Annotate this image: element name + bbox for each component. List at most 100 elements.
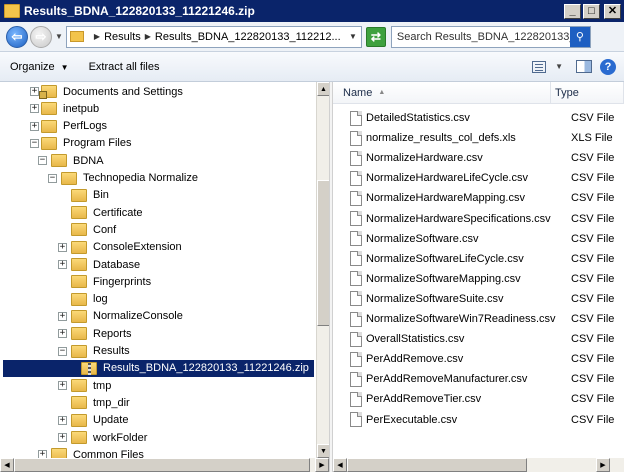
- tree-item-label: Reports: [93, 327, 132, 340]
- file-row[interactable]: PerAddRemoveManufacturer.csv CSV File: [333, 369, 624, 389]
- file-name: NormalizeHardwareLifeCycle.csv: [366, 172, 528, 185]
- folder-icon: [71, 431, 87, 444]
- tree-vertical-scrollbar[interactable]: ▲ ▼: [316, 82, 330, 458]
- tree-item-label: BDNA: [73, 154, 104, 167]
- document-icon: [350, 412, 362, 427]
- tree-item[interactable]: + NormalizeConsole: [0, 308, 314, 325]
- scrollbar-thumb[interactable]: [347, 458, 527, 472]
- tree-item[interactable]: + ConsoleExtension: [0, 239, 314, 256]
- file-row[interactable]: NormalizeSoftware.csv CSV File: [333, 229, 624, 249]
- file-name: NormalizeSoftwareLifeCycle.csv: [366, 252, 524, 265]
- file-row[interactable]: NormalizeHardwareLifeCycle.csv CSV File: [333, 168, 624, 188]
- expand-icon[interactable]: +: [58, 329, 67, 339]
- chevron-right-icon[interactable]: ▶: [94, 32, 100, 41]
- chevron-right-icon[interactable]: ▶: [145, 32, 151, 41]
- expand-icon[interactable]: +: [58, 415, 67, 425]
- filelist-horizontal-scrollbar[interactable]: ◀ ▶: [333, 458, 624, 472]
- expand-icon[interactable]: +: [38, 450, 47, 458]
- scroll-left-button[interactable]: ◀: [0, 458, 14, 472]
- scroll-right-button[interactable]: ▶: [596, 458, 610, 472]
- tree-item[interactable]: Certificate: [0, 204, 314, 221]
- tree-item[interactable]: − Program Files: [0, 135, 314, 152]
- breadcrumb-results[interactable]: Results: [104, 31, 141, 43]
- tree-item[interactable]: Fingerprints: [0, 273, 314, 290]
- scrollbar-thumb[interactable]: [14, 458, 310, 472]
- expand-icon[interactable]: +: [58, 311, 67, 321]
- column-header-name[interactable]: Name ▲: [333, 82, 551, 104]
- address-dropdown-button[interactable]: ▼: [345, 32, 361, 41]
- file-row[interactable]: OverallStatistics.csv CSV File: [333, 329, 624, 349]
- tree-item[interactable]: Bin: [0, 187, 314, 204]
- file-type: CSV File: [571, 152, 615, 165]
- file-row[interactable]: NormalizeSoftwareMapping.csv CSV File: [333, 269, 624, 289]
- expand-icon[interactable]: +: [58, 381, 67, 391]
- file-row[interactable]: NormalizeSoftwareSuite.csv CSV File: [333, 289, 624, 309]
- back-button[interactable]: ⇦: [6, 25, 28, 48]
- view-details-icon[interactable]: [532, 60, 547, 73]
- tree-item[interactable]: + Update: [0, 412, 314, 429]
- help-icon[interactable]: ?: [600, 58, 616, 75]
- tree-item[interactable]: log: [0, 291, 314, 308]
- recent-pages-dropdown[interactable]: ▼: [55, 32, 63, 41]
- expand-icon[interactable]: +: [30, 87, 39, 96]
- scroll-right-button[interactable]: ▶: [315, 458, 329, 472]
- view-options-dropdown[interactable]: ▼: [555, 62, 563, 71]
- tree-item[interactable]: − BDNA: [0, 152, 314, 169]
- tree-horizontal-scrollbar[interactable]: ◀ ▶: [0, 458, 329, 472]
- file-row[interactable]: DetailedStatistics.csv CSV File: [333, 108, 624, 128]
- folder-icon: [71, 206, 87, 220]
- file-row[interactable]: PerExecutable.csv CSV File: [333, 410, 624, 430]
- tree-item[interactable]: Results_BDNA_122820133_11221246.zip: [3, 359, 314, 377]
- file-row[interactable]: NormalizeHardware.csv CSV File: [333, 148, 624, 168]
- tree-item[interactable]: + Reports: [0, 325, 314, 342]
- tree-item[interactable]: + Common Files: [0, 446, 314, 458]
- expand-icon[interactable]: +: [30, 104, 39, 114]
- expand-icon[interactable]: +: [58, 242, 67, 252]
- file-name: PerAddRemoveTier.csv: [366, 393, 482, 406]
- maximize-button[interactable]: □: [583, 3, 600, 19]
- collapse-icon[interactable]: −: [38, 156, 47, 166]
- collapse-icon[interactable]: −: [48, 173, 57, 183]
- breadcrumb-zip[interactable]: Results_BDNA_122820133_112212...: [155, 31, 341, 43]
- tree-item[interactable]: tmp_dir: [0, 394, 314, 411]
- tree-item[interactable]: + Documents and Settings: [0, 83, 314, 100]
- tree-item-label: Results: [93, 345, 130, 357]
- tree-item[interactable]: − Technopedia Normalize: [0, 170, 314, 187]
- expand-icon[interactable]: +: [58, 260, 67, 269]
- expand-icon[interactable]: +: [30, 121, 39, 131]
- search-input[interactable]: Search Results_BDNA_122820133_11... ⚲: [390, 25, 591, 48]
- close-button[interactable]: ✕: [604, 3, 621, 19]
- folder-icon: [71, 275, 87, 289]
- file-row[interactable]: NormalizeHardwareSpecifications.csv CSV F…: [333, 209, 624, 229]
- tree-item[interactable]: + tmp: [0, 377, 314, 394]
- file-row[interactable]: NormalizeSoftwareLifeCycle.csv CSV File: [333, 249, 624, 269]
- column-header-type[interactable]: Type: [551, 82, 624, 104]
- file-type: CSV File: [571, 212, 615, 225]
- refresh-button[interactable]: ⇄: [365, 26, 386, 47]
- search-icon[interactable]: ⚲: [569, 26, 590, 47]
- folder-icon: [71, 240, 87, 254]
- collapse-icon[interactable]: −: [30, 138, 39, 148]
- tree-item-label: log: [93, 293, 108, 306]
- file-row[interactable]: NormalizeHardwareMapping.csv CSV File: [333, 188, 624, 208]
- tree-item[interactable]: + Database: [0, 256, 314, 273]
- file-row[interactable]: PerAddRemove.csv CSV File: [333, 349, 624, 369]
- tree-item[interactable]: + workFolder: [0, 429, 314, 446]
- tree-item[interactable]: + inetpub: [0, 100, 314, 117]
- file-row[interactable]: NormalizeSoftwareWin7Readiness.csv CSV Fi…: [333, 309, 624, 329]
- tree-item[interactable]: − Results: [0, 343, 314, 360]
- minimize-button[interactable]: _: [564, 3, 581, 19]
- tree-item[interactable]: Conf: [0, 221, 314, 238]
- scroll-left-button[interactable]: ◀: [333, 458, 347, 472]
- preview-pane-icon[interactable]: [576, 60, 592, 73]
- file-row[interactable]: PerAddRemoveTier.csv CSV File: [333, 389, 624, 409]
- organize-button[interactable]: Organize ▼: [0, 61, 79, 73]
- document-icon: [350, 291, 362, 307]
- address-field[interactable]: ▶ Results ▶ Results_BDNA_122820133_11221…: [65, 25, 362, 48]
- tree-item[interactable]: + PerfLogs: [0, 118, 314, 135]
- file-row[interactable]: normalize_results_col_defs.xls XLS File: [333, 128, 624, 148]
- collapse-icon[interactable]: −: [58, 346, 67, 356]
- forward-button[interactable]: ⇨: [30, 25, 52, 48]
- expand-icon[interactable]: +: [58, 433, 67, 442]
- extract-all-button[interactable]: Extract all files: [79, 61, 170, 73]
